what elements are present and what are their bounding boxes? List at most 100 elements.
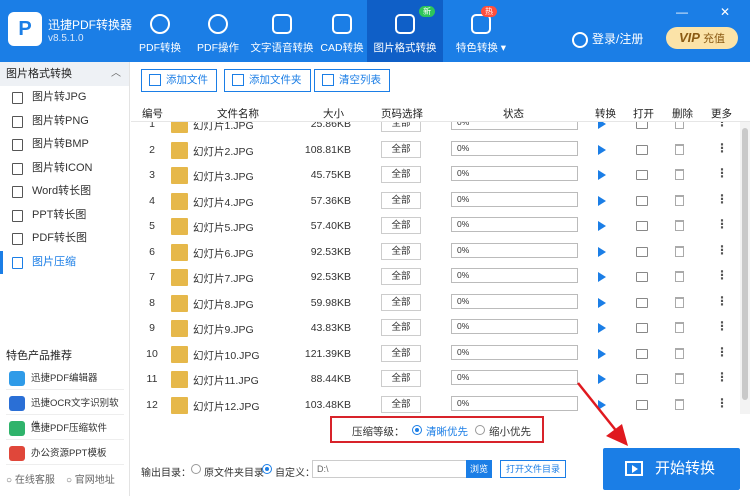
more-icon[interactable]: ⋮ [716,166,728,180]
website-link[interactable]: ○ 官网地址 [66,475,115,486]
nav-cad[interactable]: CAD转换 [317,0,367,62]
custom-folder-label[interactable]: 自定义： [275,464,315,479]
featured-ppt-templates[interactable]: 办公资源PPT模板 [6,442,124,465]
table-row[interactable]: 1 幻灯片1.JPG 25.86KB 全部 0% ⋮ [131,122,740,138]
small-priority-label[interactable]: 缩小优先 [489,424,531,439]
folder-icon[interactable] [636,122,648,129]
more-icon[interactable]: ⋮ [716,319,728,333]
featured-pdf-compress[interactable]: 迅捷PDF压缩软件 [6,417,124,440]
trash-icon[interactable] [675,271,684,282]
folder-icon[interactable] [636,144,648,155]
play-icon[interactable] [598,297,606,308]
sidebar-item-compress[interactable]: 图片压缩 [0,250,129,275]
table-row[interactable]: 7 幻灯片7.JPG 92.53KB 全部 0% ⋮ [131,265,740,291]
login-button[interactable]: 登录/注册 [572,30,643,48]
folder-icon[interactable] [636,246,648,257]
page-select[interactable]: 全部 [381,140,421,158]
trash-icon[interactable] [675,245,684,257]
table-row[interactable]: 9 幻灯片9.JPG 43.83KB 全部 0% ⋮ [131,316,740,342]
sidebar-item-word-long[interactable]: Word转长图 [0,180,129,204]
table-row[interactable]: 3 幻灯片3.JPG 45.75KB 全部 0% ⋮ [131,163,740,189]
table-row[interactable]: 11 幻灯片11.JPG 88.44KB 全部 0% ⋮ [131,367,740,393]
page-select[interactable]: 全部 [381,370,421,387]
clear-list-button[interactable]: 清空列表 [314,69,390,92]
folder-icon[interactable] [636,323,648,333]
page-select[interactable]: 全部 [381,122,421,132]
sidebar-item-ppt-long[interactable]: PPT转长图 [0,204,129,228]
page-select[interactable]: 全部 [381,242,421,260]
trash-icon[interactable] [675,322,684,333]
add-file-button[interactable]: 添加文件 [141,69,217,92]
original-folder-label[interactable]: 原文件夹目录 [204,464,264,479]
more-icon[interactable]: ⋮ [716,217,728,231]
folder-icon[interactable] [636,399,648,410]
play-icon[interactable] [598,374,606,384]
add-folder-button[interactable]: 添加文件夹 [224,69,311,92]
trash-icon[interactable] [675,373,684,384]
nav-image-format[interactable]: 新 图片格式转换 [367,0,443,62]
sidebar-section-header[interactable]: 图片格式转换 ︿ [0,62,129,86]
table-row[interactable]: 4 幻灯片4.JPG 57.36KB 全部 0% ⋮ [131,189,740,215]
clear-priority-label[interactable]: 清晰优先 [426,424,468,439]
start-convert-button[interactable]: 开始转换 [603,448,740,490]
more-icon[interactable]: ⋮ [716,122,728,129]
more-icon[interactable]: ⋮ [716,345,728,359]
nav-featured[interactable]: 热 特色转换 ▾ [443,0,519,62]
table-row[interactable]: 2 幻灯片2.JPG 108.81KB 全部 0% ⋮ [131,138,740,164]
radio-custom-folder[interactable] [262,464,272,474]
sidebar-item-icon[interactable]: 图片转ICON [0,157,129,181]
play-icon[interactable] [598,170,606,180]
trash-icon[interactable] [675,194,684,206]
table-row[interactable]: 5 幻灯片5.JPG 57.40KB 全部 0% ⋮ [131,214,740,240]
trash-icon[interactable] [675,143,684,155]
browse-button[interactable]: 浏览 [466,460,492,478]
folder-icon[interactable] [636,195,648,206]
nav-pdf-convert[interactable]: PDF转换 [131,0,189,62]
sidebar-item-png[interactable]: 图片转PNG [0,110,129,134]
play-icon[interactable] [598,323,606,333]
play-icon[interactable] [598,221,606,231]
page-select[interactable]: 全部 [381,268,421,285]
more-icon[interactable]: ⋮ [716,396,728,410]
output-path-input[interactable]: D:\ [312,460,468,478]
minimize-button[interactable]: — [676,5,688,19]
trash-icon[interactable] [675,169,684,180]
sidebar-item-jpg[interactable]: 图片转JPG [0,86,129,110]
trash-icon[interactable] [675,347,684,359]
folder-icon[interactable] [636,272,648,282]
play-icon[interactable] [598,246,606,257]
close-button[interactable]: ✕ [720,5,730,19]
play-icon[interactable] [598,348,606,359]
nav-text-voice[interactable]: 文字语音转换 [247,0,317,62]
more-icon[interactable]: ⋮ [716,243,728,257]
folder-icon[interactable] [636,221,648,231]
table-row[interactable]: 12 幻灯片12.JPG 103.48KB 全部 0% ⋮ [131,393,740,415]
radio-original-folder[interactable] [191,464,201,474]
online-service-link[interactable]: ○ 在线客服 [6,475,55,486]
radio-small-priority[interactable] [475,425,485,435]
page-select[interactable]: 全部 [381,344,421,362]
sidebar-item-bmp[interactable]: 图片转BMP [0,133,129,157]
page-select[interactable]: 全部 [381,319,421,336]
page-select[interactable]: 全部 [381,191,421,209]
more-icon[interactable]: ⋮ [716,141,728,155]
page-select[interactable]: 全部 [381,395,421,413]
folder-icon[interactable] [636,297,648,308]
table-row[interactable]: 8 幻灯片8.JPG 59.98KB 全部 0% ⋮ [131,291,740,317]
play-icon[interactable] [598,195,606,206]
nav-pdf-operate[interactable]: PDF操作 [189,0,247,62]
play-icon[interactable] [598,272,606,282]
folder-icon[interactable] [636,374,648,384]
sidebar-item-pdf-long[interactable]: PDF转长图 [0,227,129,251]
page-select[interactable]: 全部 [381,217,421,234]
trash-icon[interactable] [675,398,684,410]
more-icon[interactable]: ⋮ [716,192,728,206]
scrollbar-thumb[interactable] [742,128,748,400]
featured-pdf-editor[interactable]: 迅捷PDF编辑器 [6,367,124,390]
radio-clear-priority[interactable] [412,425,422,435]
featured-ocr[interactable]: 迅捷OCR文字识别软件 [6,392,124,432]
page-select[interactable]: 全部 [381,166,421,183]
table-row[interactable]: 10 幻灯片10.JPG 121.39KB 全部 0% ⋮ [131,342,740,368]
trash-icon[interactable] [675,220,684,231]
folder-icon[interactable] [636,170,648,180]
